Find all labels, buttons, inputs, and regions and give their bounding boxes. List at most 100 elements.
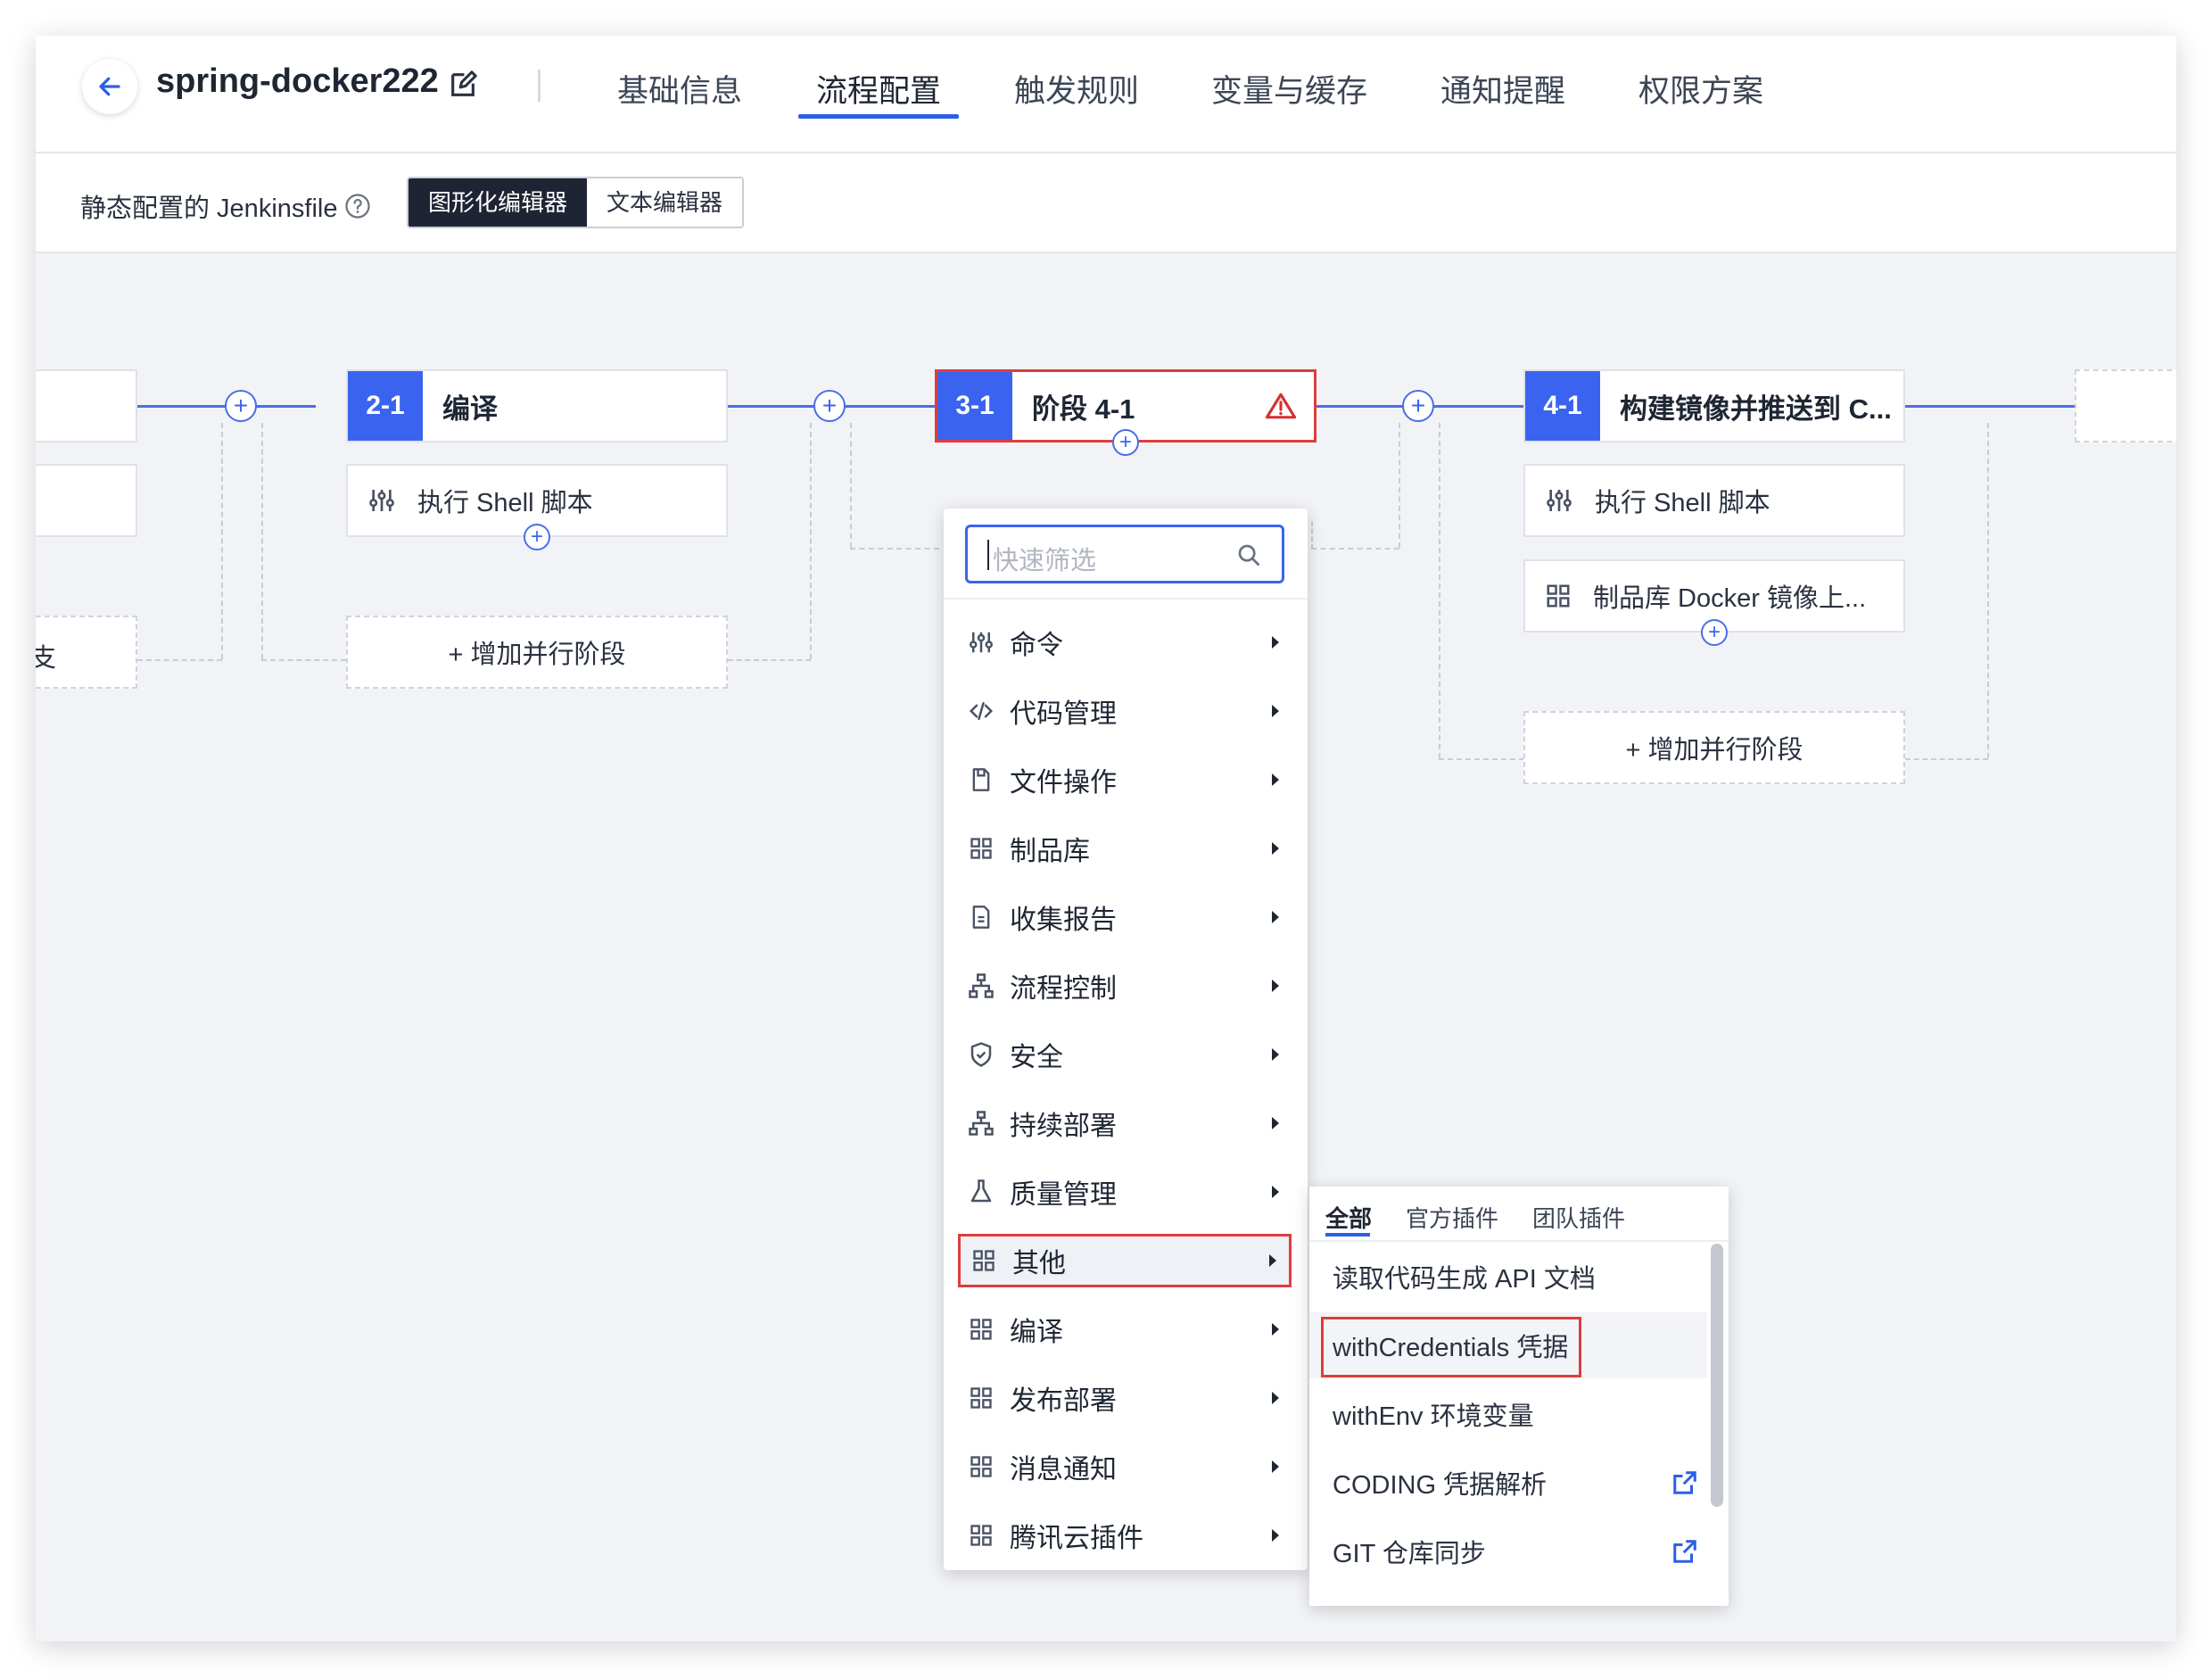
menu-item[interactable]: 腾讯云插件 xyxy=(958,1509,1292,1562)
add-step-button[interactable]: + xyxy=(524,524,550,550)
menu-divider xyxy=(944,598,1308,600)
menu-item[interactable]: 消息通知 xyxy=(958,1440,1292,1493)
help-icon[interactable] xyxy=(344,193,371,219)
partial-text: 支 xyxy=(36,644,57,673)
editor-bar: 静态配置的 Jenkinsfile 图形化编辑器 文本编辑器 xyxy=(36,153,2176,253)
text-cursor xyxy=(987,540,989,570)
submenu-item[interactable]: SSH 命令执行 xyxy=(1309,1587,1707,1606)
tab-trigger-rules[interactable]: 触发规则 xyxy=(1014,66,1139,112)
chevron-right-icon xyxy=(1272,1323,1279,1336)
add-parallel-stage-button[interactable]: + 增加并行阶段 xyxy=(1523,711,1905,784)
back-button[interactable] xyxy=(82,59,137,114)
step-shell-script[interactable]: 执行 Shell 脚本 xyxy=(1523,464,1905,537)
tab-all[interactable]: 全部 xyxy=(1325,1201,1372,1234)
menu-item[interactable]: 命令 xyxy=(958,616,1292,669)
submenu-item-label: CODING 凭据解析 xyxy=(1333,1471,1548,1500)
stage-header-partial[interactable] xyxy=(36,369,137,442)
submenu-item[interactable]: withEnv 环境变量 xyxy=(1309,1381,1707,1447)
stage-4-1[interactable]: 4-1 构建镜像并推送到 C... xyxy=(1523,369,1905,442)
menu-item-label: 流程控制 xyxy=(1010,974,1117,1004)
quick-filter-input[interactable]: 快速筛选 xyxy=(965,525,1284,583)
grid-icon xyxy=(967,1454,995,1479)
menu-item-label: 消息通知 xyxy=(1010,1455,1117,1485)
menu-item-label: 持续部署 xyxy=(1010,1112,1117,1141)
menu-item[interactable]: 质量管理 xyxy=(958,1165,1292,1219)
step-card-partial[interactable] xyxy=(36,464,137,537)
connector-dashed xyxy=(261,423,263,659)
external-link-icon[interactable] xyxy=(1671,1469,1698,1496)
chevron-right-icon xyxy=(1272,705,1279,717)
submenu-item[interactable]: GIT 仓库同步 xyxy=(1309,1518,1707,1584)
stage-name: 编译 xyxy=(442,393,498,425)
menu-item[interactable]: 流程控制 xyxy=(958,959,1292,1013)
connector-line xyxy=(1905,405,2075,408)
sliders-icon xyxy=(367,486,396,515)
menu-item-label: 其他 xyxy=(1012,1249,1066,1278)
external-link-icon[interactable] xyxy=(1671,1538,1698,1565)
connector-dashed xyxy=(810,423,812,659)
edit-icon[interactable] xyxy=(448,70,478,104)
menu-item[interactable]: 其他 xyxy=(958,1234,1292,1287)
tab-notifications[interactable]: 通知提醒 xyxy=(1440,66,1565,112)
menu-item[interactable]: 安全 xyxy=(958,1028,1292,1081)
tab-official-plugins[interactable]: 官方插件 xyxy=(1406,1201,1498,1234)
submenu-item[interactable]: CODING 凭据解析 xyxy=(1309,1450,1707,1516)
text-editor-button[interactable]: 文本编辑器 xyxy=(587,178,743,227)
menu-item[interactable]: 制品库 xyxy=(958,822,1292,875)
submenu-tabs: 全部 官方插件 团队插件 xyxy=(1309,1187,1729,1242)
add-stage-button[interactable]: + xyxy=(813,390,846,422)
grid-icon xyxy=(967,1385,995,1410)
chevron-right-icon xyxy=(1269,1254,1276,1267)
connector-dashed xyxy=(850,548,939,550)
menu-item[interactable]: 收集报告 xyxy=(958,890,1292,944)
chevron-right-icon xyxy=(1272,980,1279,992)
step-label: 执行 Shell 脚本 xyxy=(1595,489,1770,517)
next-stage-placeholder[interactable] xyxy=(2075,369,2176,442)
step-label: 执行 Shell 脚本 xyxy=(417,489,593,517)
tab-pipeline-config[interactable]: 流程配置 xyxy=(816,66,941,112)
connector-dashed xyxy=(137,659,222,661)
tab-variables-cache[interactable]: 变量与缓存 xyxy=(1211,66,1367,112)
scrollbar[interactable] xyxy=(1711,1244,1723,1507)
grid-icon xyxy=(967,1523,995,1548)
menu-item-label: 代码管理 xyxy=(1010,699,1117,729)
tab-permissions[interactable]: 权限方案 xyxy=(1638,66,1763,112)
stage-name: 阶段 4-1 xyxy=(1032,393,1135,425)
app-window: spring-docker222 基础信息 流程配置 触发规则 变量与缓存 通知… xyxy=(36,36,2176,1642)
add-step-button[interactable]: + xyxy=(1112,429,1139,456)
connector-dashed xyxy=(850,423,852,548)
grid-icon xyxy=(970,1248,998,1273)
graphical-editor-button[interactable]: 图形化编辑器 xyxy=(409,178,588,227)
menu-item[interactable]: 持续部署 xyxy=(958,1096,1292,1150)
jenkinsfile-label-text: 静态配置的 Jenkinsfile xyxy=(80,194,338,223)
chevron-right-icon xyxy=(1272,1392,1279,1404)
connector-dashed xyxy=(1987,423,1989,758)
chevron-right-icon xyxy=(1272,1529,1279,1542)
connector-dashed xyxy=(221,423,223,659)
grid-icon xyxy=(1545,583,1572,609)
tab-team-plugins[interactable]: 团队插件 xyxy=(1532,1201,1625,1234)
search-icon xyxy=(1235,542,1262,573)
add-stage-button[interactable]: + xyxy=(1402,390,1434,422)
tab-basic-info[interactable]: 基础信息 xyxy=(617,66,742,112)
menu-item[interactable]: 发布部署 xyxy=(958,1371,1292,1425)
add-stage-button[interactable]: + xyxy=(225,390,257,422)
stage-2-1[interactable]: 2-1 编译 xyxy=(346,369,728,442)
menu-item[interactable]: 编译 xyxy=(958,1303,1292,1356)
highlight-box xyxy=(1321,1317,1581,1377)
menu-item[interactable]: 代码管理 xyxy=(958,684,1292,738)
submenu-item[interactable]: 读取代码生成 API 文档 xyxy=(1309,1244,1707,1310)
menu-item[interactable]: 文件操作 xyxy=(958,753,1292,806)
add-step-button[interactable]: + xyxy=(1701,619,1728,646)
pipeline-title: spring-docker222 xyxy=(156,62,439,100)
file-icon xyxy=(967,766,995,793)
chevron-right-icon xyxy=(1272,1186,1279,1198)
menu-item-label: 收集报告 xyxy=(1010,906,1117,935)
menu-item-label: 安全 xyxy=(1010,1043,1063,1072)
grid-icon xyxy=(967,836,995,861)
chevron-right-icon xyxy=(1272,1048,1279,1061)
add-parallel-partial[interactable]: 支 xyxy=(36,616,137,689)
step-type-menu: 快速筛选 命令代码管理文件操作制品库收集报告流程控制安全持续部署质量管理其他编译… xyxy=(944,509,1308,1570)
add-parallel-stage-button[interactable]: + 增加并行阶段 xyxy=(346,616,728,689)
menu-item-label: 质量管理 xyxy=(1010,1180,1117,1210)
